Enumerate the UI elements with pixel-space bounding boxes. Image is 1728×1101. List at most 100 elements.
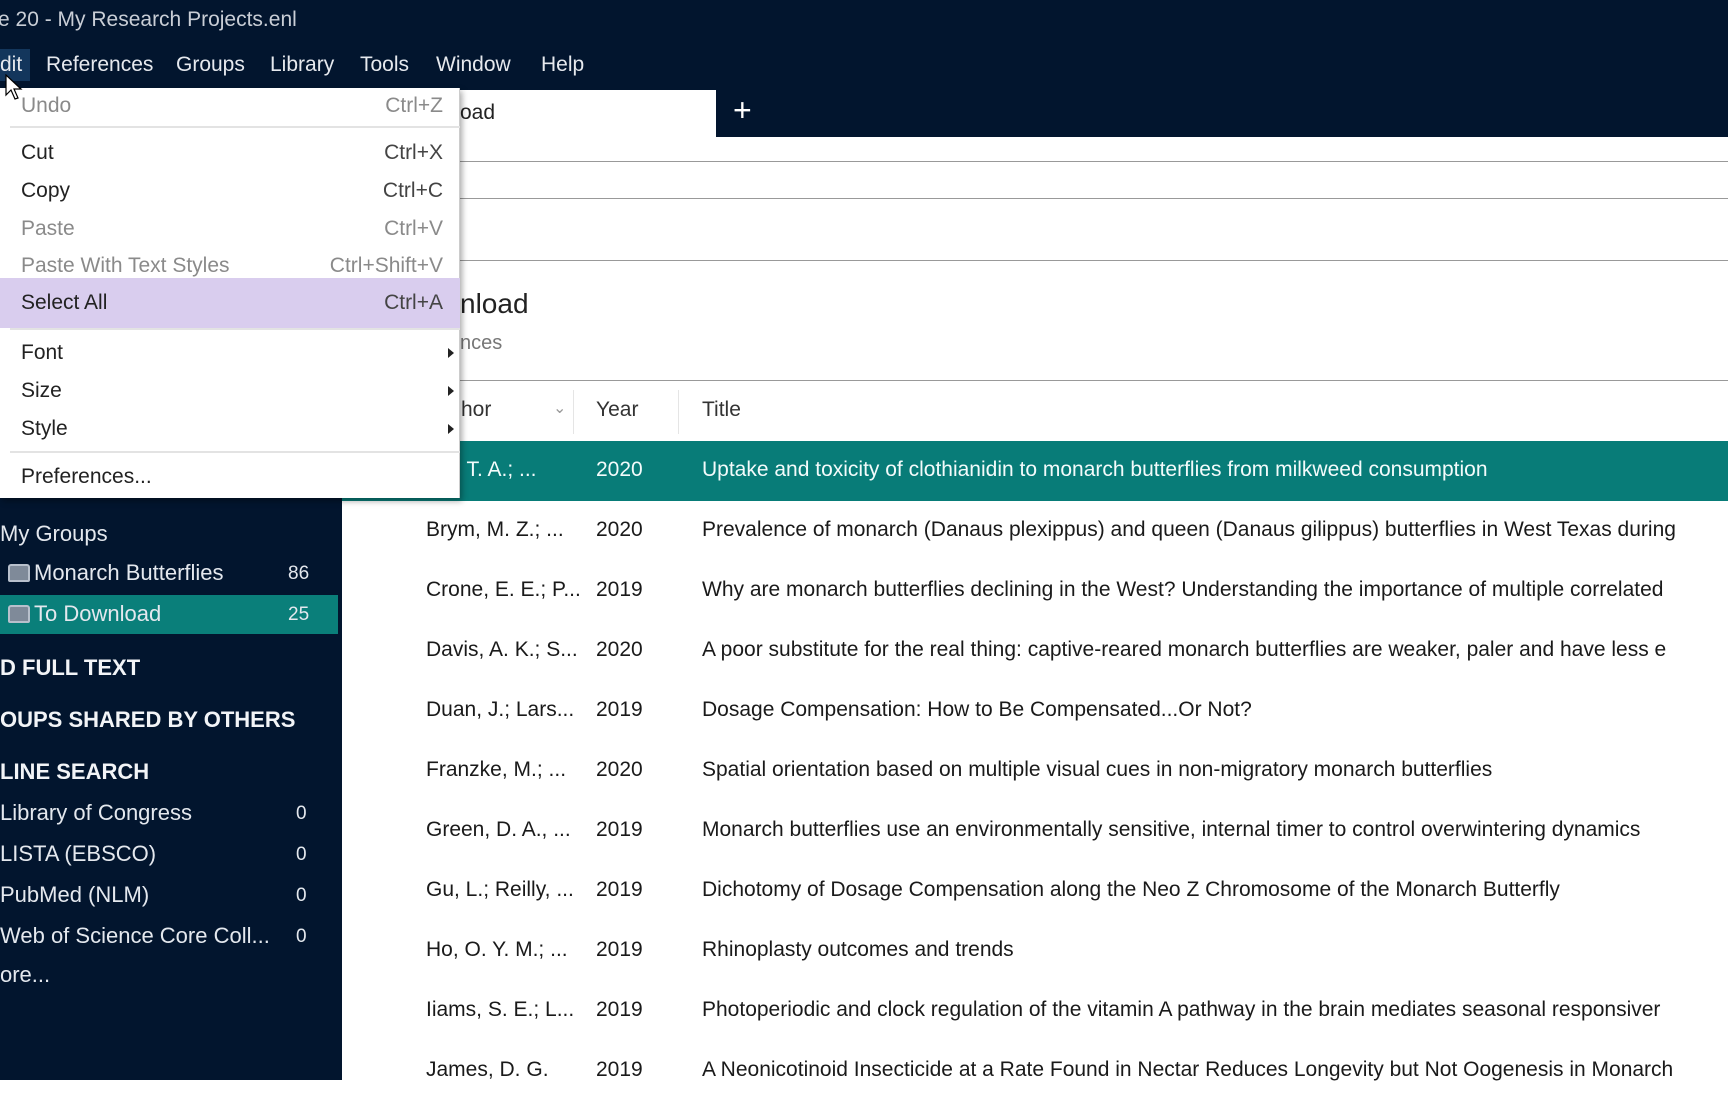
library-tab[interactable] — [460, 90, 716, 137]
group-reference-count: nces — [460, 332, 503, 354]
menu-item-cut[interactable]: Cut Ctrl+X — [0, 135, 460, 171]
menu-references[interactable]: References — [46, 51, 153, 79]
menu-item-label: Cut — [21, 141, 54, 164]
cell-year: 2019 — [596, 698, 643, 721]
menu-separator — [10, 126, 460, 128]
sidebar-group-item[interactable]: To Download — [34, 601, 161, 627]
table-row[interactable]: Green, D. A., ... 2019 Monarch butterflies… — [342, 801, 1728, 861]
group-count: 86 — [288, 563, 310, 584]
cell-year: 2019 — [596, 878, 643, 901]
group-tray-icon — [8, 564, 30, 582]
sidebar-my-groups[interactable]: My Groups — [0, 521, 108, 547]
cell-year: 2020 — [596, 638, 643, 661]
cell-author: Green, D. A., ... — [426, 818, 571, 841]
sidebar-online-item[interactable]: PubMed (NLM) — [0, 882, 149, 908]
table-row[interactable]: Brym, M. Z.; ... 2020 Prevalence of monarc… — [342, 501, 1728, 561]
cell-year: 2019 — [596, 578, 643, 601]
cell-title: Photoperiodic and clock regulation of th… — [702, 998, 1661, 1021]
cell-author: James, D. G. — [426, 1058, 549, 1081]
menu-separator — [10, 328, 460, 330]
menu-item-label: Copy — [21, 179, 71, 202]
column-header-year[interactable]: Year — [596, 398, 638, 422]
menu-item-shortcut: Ctrl+Shift+V — [329, 254, 443, 277]
cell-author: Duan, J.; Lars... — [426, 698, 575, 721]
menu-item-size[interactable]: Size — [0, 373, 460, 409]
table-row[interactable]: Iiams, S. E.; L... 2019 Photoperiodic and … — [342, 981, 1728, 1041]
menu-item-label: Preferences... — [21, 465, 152, 488]
table-row[interactable]: Crone, E. E.; P... 2019 Why are monarch bu… — [342, 561, 1728, 621]
cell-title: A poor substitute for the real thing: ca… — [702, 638, 1667, 661]
table-row[interactable]: Ho, O. Y. M.; ... 2019 Rhinoplasty outcome… — [342, 921, 1728, 981]
cell-year: 2019 — [596, 938, 643, 961]
cell-author: Iiams, S. E.; L... — [426, 998, 575, 1021]
sidebar-online-item[interactable]: LISTA (EBSCO) — [0, 841, 156, 867]
table-row[interactable]: Franzke, M.; ... 2020 Spatial orientation … — [342, 741, 1728, 801]
divider — [460, 380, 1728, 381]
mouse-cursor-icon — [5, 74, 23, 100]
group-title: nload — [460, 288, 529, 319]
sidebar-more[interactable]: ore... — [0, 962, 50, 988]
table-row[interactable]: James, D. G. 2019 A Neonicotinoid Insectic… — [342, 1041, 1728, 1101]
menu-item-shortcut: Ctrl+Z — [385, 94, 443, 117]
menu-item-style[interactable]: Style — [0, 411, 460, 447]
menu-item-label: Paste With Text Styles — [21, 254, 230, 277]
menu-item-copy[interactable]: Copy Ctrl+C — [0, 173, 460, 209]
cell-title: Uptake and toxicity of clothianidin to m… — [702, 458, 1488, 481]
table-row[interactable]: Gu, L.; Reilly, ... 2019 Dichotomy of Dosa… — [342, 861, 1728, 921]
group-tray-icon — [8, 605, 30, 623]
column-divider[interactable] — [678, 390, 679, 434]
submenu-arrow-icon — [448, 386, 454, 396]
menu-help[interactable]: Help — [541, 51, 584, 79]
divider — [460, 260, 1728, 261]
sidebar-group-item[interactable]: Monarch Butterflies — [34, 560, 224, 586]
divider — [460, 198, 1728, 199]
menu-item-label: Style — [21, 417, 68, 440]
cell-title: Prevalence of monarch (Danaus plexippus)… — [702, 518, 1676, 541]
cell-author: Davis, A. K.; S... — [426, 638, 578, 661]
menu-groups[interactable]: Groups — [176, 51, 245, 79]
menu-item-font[interactable]: Font — [0, 335, 460, 371]
plus-icon[interactable]: + — [733, 92, 752, 129]
column-divider[interactable] — [573, 390, 574, 434]
cell-author: Franzke, M.; ... — [426, 758, 567, 781]
menu-item-shortcut: Ctrl+A — [384, 291, 443, 314]
cell-year: 2020 — [596, 758, 643, 781]
cell-title: Why are monarch butterflies declining in… — [702, 578, 1664, 601]
menu-separator — [10, 451, 460, 453]
sidebar-online-item[interactable]: Library of Congress — [0, 800, 192, 826]
sidebar-find-full-text[interactable]: D FULL TEXT — [0, 655, 140, 681]
sidebar-online-item[interactable]: Web of Science Core Coll... — [0, 923, 270, 949]
menu-item-paste[interactable]: Paste Ctrl+V — [0, 211, 460, 247]
divider — [460, 161, 1728, 162]
online-count: 0 — [296, 885, 307, 906]
table-row[interactable]: gar, T. A.; ... 2020 Uptake and toxicity o… — [342, 441, 1728, 501]
menu-window[interactable]: Window — [436, 51, 511, 79]
cell-title: Monarch butterflies use an environmental… — [702, 818, 1641, 841]
cell-author: Ho, O. Y. M.; ... — [426, 938, 568, 961]
menu-item-select-all[interactable]: Select All Ctrl+A — [0, 278, 460, 328]
cell-title: A Neonicotinoid Insecticide at a Rate Fo… — [702, 1058, 1674, 1081]
cell-title: Spatial orientation based on multiple vi… — [702, 758, 1493, 781]
cell-title: Dichotomy of Dosage Compensation along t… — [702, 878, 1560, 901]
table-row[interactable]: Davis, A. K.; S... 2020 A poor substitute … — [342, 621, 1728, 681]
library-tab-label: oad — [460, 101, 496, 124]
menu-item-undo[interactable]: Undo Ctrl+Z — [0, 88, 460, 124]
column-header-title[interactable]: Title — [702, 398, 741, 422]
cell-title: Dosage Compensation: How to Be Compensat… — [702, 698, 1252, 721]
cell-year: 2019 — [596, 998, 643, 1021]
menu-item-preferences[interactable]: Preferences... — [0, 459, 460, 495]
column-header-author[interactable]: hor — [461, 398, 491, 422]
menu-item-label: Size — [21, 379, 62, 402]
submenu-arrow-icon — [448, 348, 454, 358]
sidebar-groups-shared[interactable]: OUPS SHARED BY OTHERS — [0, 707, 295, 733]
group-count: 25 — [288, 604, 310, 625]
menu-tools[interactable]: Tools — [360, 51, 409, 79]
menu-item-label: Font — [21, 341, 64, 364]
menu-library[interactable]: Library — [270, 51, 334, 79]
table-row[interactable]: Duan, J.; Lars... 2019 Dosage Compensation… — [342, 681, 1728, 741]
menu-item-label: Paste — [21, 217, 75, 240]
sidebar-online-search[interactable]: LINE SEARCH — [0, 759, 149, 785]
submenu-arrow-icon — [448, 424, 454, 434]
cell-title: Rhinoplasty outcomes and trends — [702, 938, 1014, 961]
chevron-down-icon[interactable]: ⌄ — [553, 398, 566, 418]
